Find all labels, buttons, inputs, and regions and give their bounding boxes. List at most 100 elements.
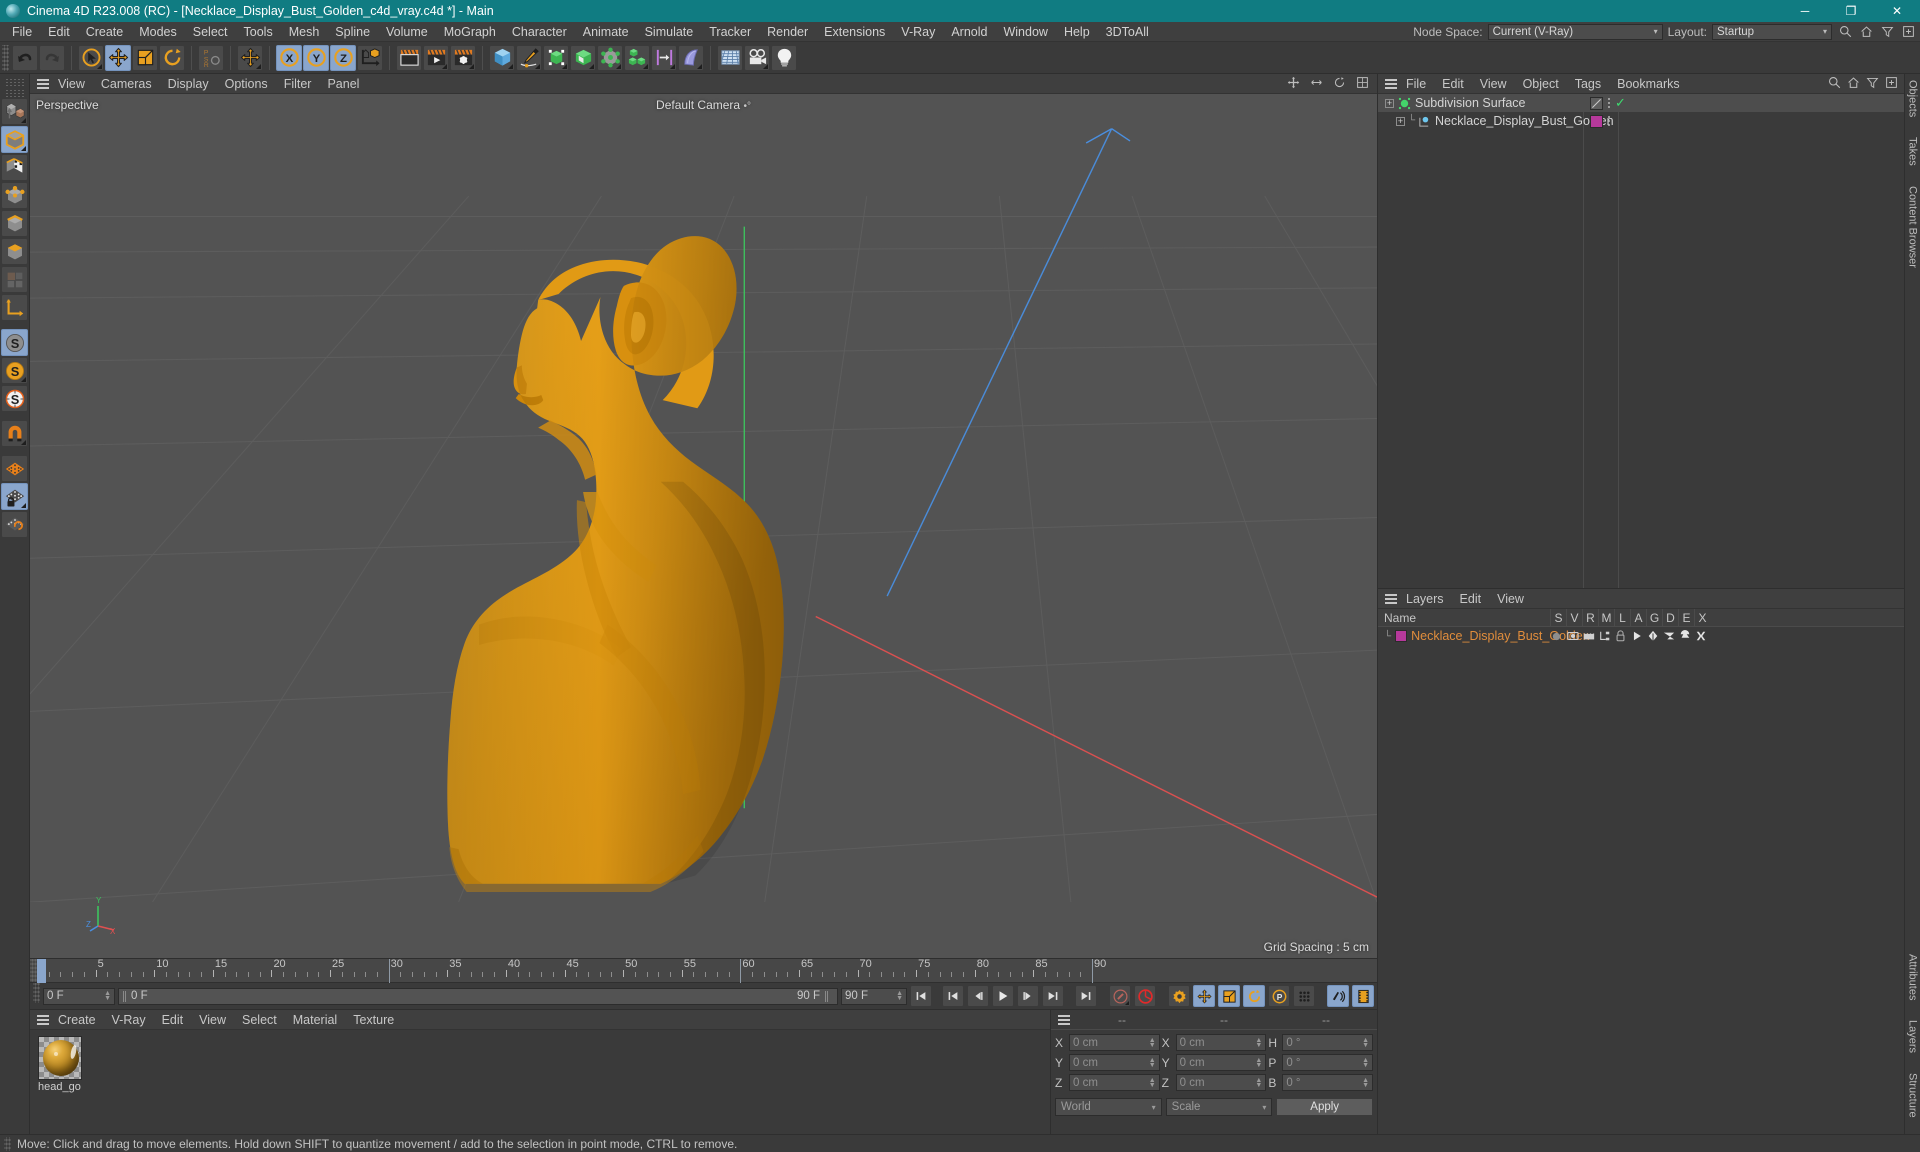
filter-icon[interactable] [1879,24,1895,40]
deformer-button[interactable] [570,44,596,71]
planar-workplane-button[interactable] [1,511,28,538]
render-to-picture-viewer-button[interactable] [423,44,449,71]
coord-size-field[interactable]: 0 cm ▲ ▼ [1175,1074,1267,1091]
points-mode-button[interactable] [1,182,28,209]
xref-flag-icon[interactable] [1694,630,1707,643]
coord-rotation-field[interactable]: 0 ° ▲ ▼ [1282,1054,1374,1071]
search-icon[interactable] [1828,76,1841,92]
camera-button[interactable] [744,44,770,71]
deformer-flag-icon[interactable] [1662,630,1675,643]
psr-button[interactable]: PSR [198,44,224,71]
visibility-eye-icon[interactable] [1566,630,1579,643]
object-menu-item-tags[interactable]: Tags [1567,74,1609,94]
layer-column-m[interactable]: M [1598,608,1614,627]
step-forward-button[interactable] [1017,985,1039,1007]
coord-rotation-field[interactable]: 0 ° ▲ ▼ [1282,1074,1374,1091]
enable-axis-button[interactable] [1,294,28,321]
undo-button[interactable] [12,44,38,71]
stepper-icon[interactable]: ▲ ▼ [1249,1057,1262,1069]
timeline-bar-grip[interactable] [33,983,40,1003]
viewport-menu-item-display[interactable]: Display [160,74,217,94]
axis-z-button[interactable]: Z [330,44,356,71]
layer-column-l[interactable]: L [1614,608,1630,627]
layer-column-r[interactable]: R [1582,608,1598,627]
enable-snap-button[interactable]: S [1,329,28,356]
material-menu-item-select[interactable]: Select [234,1010,285,1030]
minimize-button[interactable]: ─ [1782,0,1828,22]
menu-item-3dtoall[interactable]: 3DToAll [1098,22,1157,42]
layout-select[interactable]: Startup ▾ [1712,23,1832,40]
object-dots-icon[interactable] [1607,115,1611,128]
keyframe-selection-button[interactable] [1168,985,1190,1007]
animation-play-icon[interactable] [1630,630,1643,643]
move-tool-duplicate-button[interactable] [237,44,263,71]
material-menu-item-material[interactable]: Material [285,1010,345,1030]
object-menu-item-bookmarks[interactable]: Bookmarks [1609,74,1688,94]
redo-button[interactable] [39,44,65,71]
object-tree[interactable]: + Subdivision Surface ✓ + └ Necklace_Dis… [1378,94,1904,588]
object-menu-item-edit[interactable]: Edit [1434,74,1472,94]
left-toolbar-grip[interactable] [3,77,26,86]
make-editable-button[interactable] [1,98,28,125]
menu-item-window[interactable]: Window [995,22,1055,42]
tab-objects[interactable]: Objects [1907,74,1919,123]
move-tool-button[interactable] [105,44,131,71]
render-settings-button[interactable] [450,44,476,71]
object-row-necklace-display-bust-golden[interactable]: + └ Necklace_Display_Bust_Golden [1378,112,1904,130]
coordinates-hamburger-icon[interactable] [1055,1014,1071,1025]
current-frame-field[interactable]: 0 F ▲ ▼ [43,987,115,1005]
layer-column-e[interactable]: E [1678,608,1694,627]
apply-button[interactable]: Apply [1276,1098,1374,1116]
go-to-end-button[interactable] [1075,985,1097,1007]
menu-item-character[interactable]: Character [504,22,575,42]
record-button[interactable] [1134,985,1156,1007]
stepper-icon[interactable]: ▲ ▼ [1356,1037,1369,1049]
tab-attributes[interactable]: Attributes [1907,948,1919,1006]
object-row-subdivision-surface[interactable]: + Subdivision Surface ✓ [1378,94,1904,112]
toolbar-grip[interactable] [2,44,9,71]
axis-x-button[interactable]: X [276,44,302,71]
object-menu-item-file[interactable]: File [1398,74,1434,94]
autokeying-button[interactable] [1109,985,1131,1007]
layer-column-d[interactable]: D [1662,608,1678,627]
manager-tree-icon[interactable] [1598,630,1611,643]
pen-spline-button[interactable] [516,44,542,71]
maximize-button[interactable]: ❐ [1828,0,1874,22]
object-visibility-tag[interactable] [1590,96,1603,110]
solo-icon[interactable] [1550,630,1563,643]
step-back-button[interactable] [967,985,989,1007]
layer-menu-item-edit[interactable]: Edit [1452,589,1490,609]
search-icon[interactable] [1837,24,1853,40]
object-manager-hamburger-icon[interactable] [1382,78,1398,89]
timeline-playhead[interactable] [37,959,46,983]
layer-column-a[interactable]: A [1630,608,1646,627]
layer-manager-hamburger-icon[interactable] [1382,593,1398,604]
light-button[interactable] [771,44,797,71]
filter-icon[interactable] [1866,76,1879,92]
material-tag[interactable] [1590,114,1603,128]
viewport-menu-item-cameras[interactable]: Cameras [93,74,160,94]
viewport-scale-icon[interactable] [1310,76,1323,92]
menu-item-tracker[interactable]: Tracker [701,22,759,42]
object-dots-icon[interactable] [1607,97,1611,110]
render-film-icon[interactable] [1582,630,1595,643]
timeline-track[interactable]: 051015202530354045505560657075808590 [37,958,1377,983]
lock-workplane-button[interactable] [1,483,28,510]
menu-item-mesh[interactable]: Mesh [281,22,328,42]
menu-item-animate[interactable]: Animate [575,22,637,42]
stepper-icon[interactable]: ▲ ▼ [1143,1057,1156,1069]
material-list[interactable]: head_go [30,1030,1050,1134]
snapping-settings-button[interactable]: S [1,357,28,384]
rotation-key-button[interactable] [1243,985,1265,1007]
generator-flag-icon[interactable] [1646,630,1659,643]
material-menu-item-edit[interactable]: Edit [154,1010,192,1030]
menu-item-select[interactable]: Select [185,22,236,42]
material-hamburger-icon[interactable] [34,1014,50,1025]
stepper-icon[interactable]: ▲ ▼ [1356,1077,1369,1089]
live-selection-button[interactable] [78,44,104,71]
world-object-axis-button[interactable] [357,44,383,71]
home-icon[interactable] [1847,76,1860,92]
timeline-button[interactable] [1352,985,1374,1007]
menu-item-create[interactable]: Create [78,22,132,42]
object-menu-item-view[interactable]: View [1472,74,1515,94]
